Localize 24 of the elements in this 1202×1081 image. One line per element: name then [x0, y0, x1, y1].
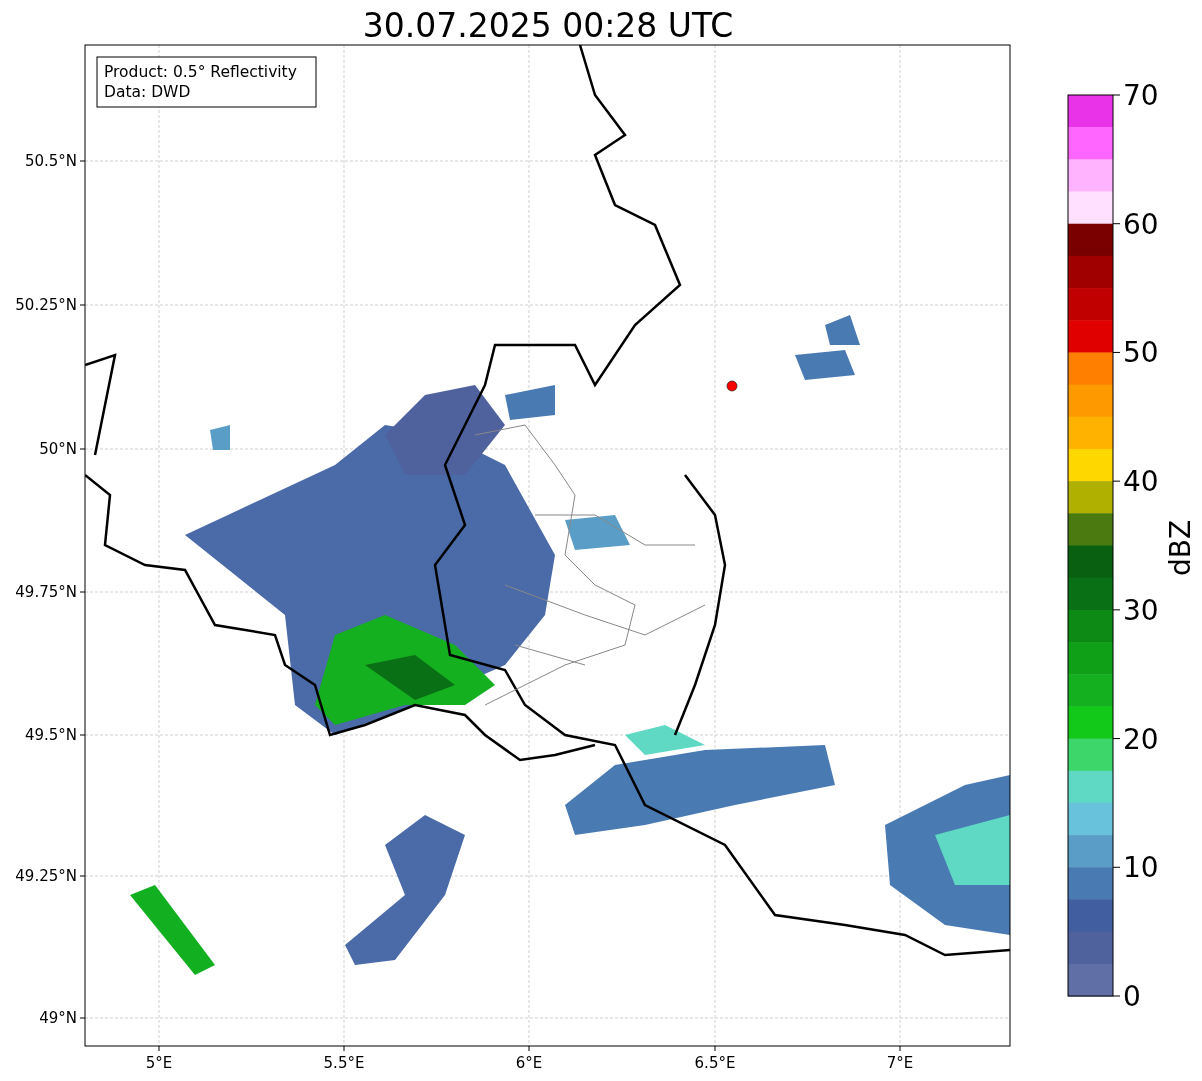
axis-tick-label: 49.5°N [24, 726, 77, 744]
colorbar-tick-label: 60 [1123, 207, 1159, 241]
axis-tick-label: 7°E [886, 1054, 914, 1072]
colorbar-tick-label: 70 [1123, 79, 1159, 112]
colorbar-tick-label: 0 [1123, 980, 1141, 1013]
axis-tick-label: 6.5°E [694, 1054, 736, 1072]
legend-text: Product: 0.5° Reflectivity [104, 63, 297, 81]
axis-tick-label: 50.25°N [15, 296, 77, 314]
colorbar-tick-label: 20 [1123, 722, 1159, 756]
axis-tick-label: 5.5°E [323, 1054, 365, 1072]
legend-text: Data: DWD [104, 83, 191, 101]
axis-tick-label: 50°N [39, 440, 77, 458]
colorbar-tick-label: 40 [1123, 465, 1159, 499]
colorbar-tick-label: 10 [1123, 851, 1159, 885]
axis-tick-label: 50.5°N [24, 152, 77, 170]
chart-title: 30.07.2025 00:28 UTC [362, 6, 734, 45]
colorbar-tick-label: 50 [1123, 336, 1159, 370]
axis-tick-label: 6°E [515, 1054, 543, 1072]
colorbar-tick-label: 30 [1123, 593, 1159, 627]
axis-tick-label: 49.75°N [15, 583, 77, 601]
colorbar-label: dBZ [1164, 519, 1197, 577]
axis-tick-label: 5°E [145, 1054, 173, 1072]
axis-tick-label: 49.25°N [15, 867, 77, 885]
axis-tick-label: 49°N [39, 1009, 77, 1027]
